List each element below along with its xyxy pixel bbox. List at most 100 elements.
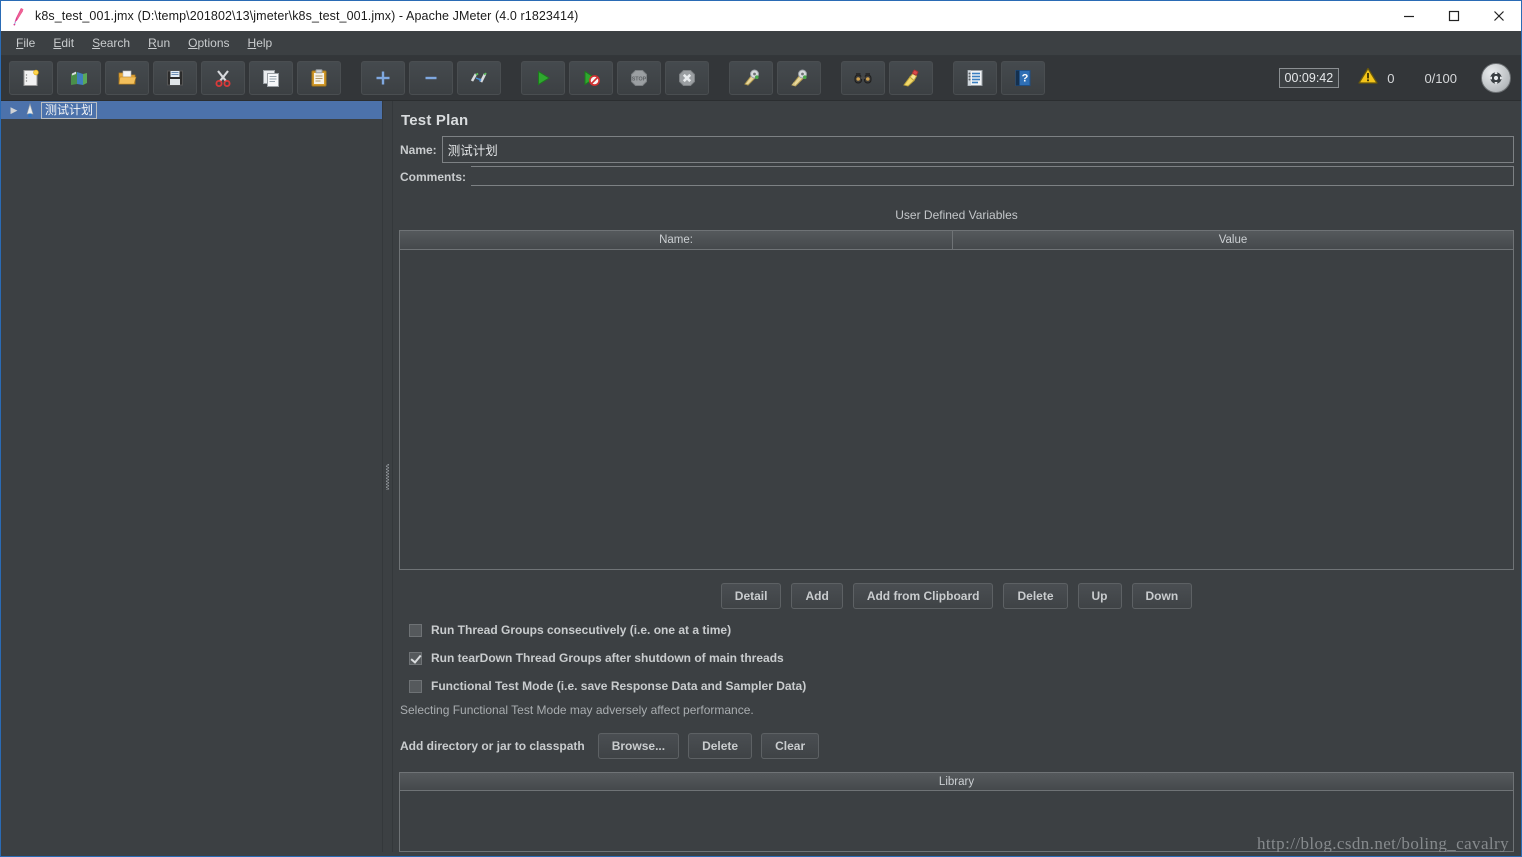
warning-indicator[interactable]: 0 (1357, 66, 1394, 91)
toggle-button[interactable] (457, 61, 501, 95)
menu-run[interactable]: Run (139, 33, 179, 53)
down-button[interactable]: Down (1131, 583, 1193, 609)
menu-run-mnemonic: R (148, 36, 157, 50)
menu-search[interactable]: Search (83, 33, 139, 53)
window-controls (1386, 1, 1521, 31)
menu-search-label: earch (100, 36, 131, 50)
run-thread-groups-consecutively-label: Run Thread Groups consecutively (i.e. on… (431, 623, 732, 637)
classpath-delete-button[interactable]: Delete (688, 733, 753, 759)
watermark-text: http://blog.csdn.net/boling_cavalry (1257, 834, 1509, 852)
help-button[interactable]: ? (1001, 61, 1045, 95)
splitter-grip-icon (386, 463, 389, 490)
pane-splitter[interactable] (382, 101, 393, 852)
start-no-pauses-button[interactable] (569, 61, 613, 95)
templates-button[interactable] (57, 61, 101, 95)
stop-button[interactable]: STOP (617, 61, 661, 95)
table-action-buttons: Detail Add Add from Clipboard Delete Up … (399, 583, 1514, 609)
test-plan-icon (21, 102, 39, 118)
test-plan-tree: ▶ 测试计划 (1, 101, 382, 852)
close-icon[interactable] (1476, 1, 1521, 31)
table-body[interactable] (400, 250, 1513, 569)
warning-count: 0 (1387, 70, 1395, 86)
name-field-row: Name: 测试计划 (399, 136, 1514, 163)
start-button[interactable] (521, 61, 565, 95)
menu-help-label: elp (256, 36, 273, 50)
run-thread-groups-consecutively-checkbox[interactable] (409, 623, 422, 637)
run-thread-groups-consecutively-row[interactable]: Run Thread Groups consecutively (i.e. on… (409, 623, 1514, 637)
elapsed-timer: 00:09:42 (1278, 68, 1340, 88)
paste-button[interactable] (297, 61, 341, 95)
maximize-icon[interactable] (1431, 1, 1476, 31)
menu-edit[interactable]: Edit (44, 33, 83, 53)
collapse-all-button[interactable] (409, 61, 453, 95)
save-button[interactable] (153, 61, 197, 95)
window-title: k8s_test_001.jmx (D:\temp\201802\13\jmet… (35, 9, 579, 23)
user-defined-variables-title: User Defined Variables (895, 208, 1018, 222)
name-label: Name: (400, 142, 437, 157)
jmeter-window: k8s_test_001.jmx (D:\temp\201802\13\jmet… (0, 0, 1522, 857)
tree-node-test-plan[interactable]: ▶ 测试计划 (1, 101, 382, 119)
library-table-body[interactable]: http://blog.csdn.net/boling_cavalry (400, 791, 1513, 852)
column-header-library[interactable]: Library (400, 773, 1513, 791)
comments-label: Comments: (400, 170, 467, 184)
menu-options[interactable]: Options (179, 33, 238, 53)
comments-field-row: Comments: (399, 166, 1514, 188)
name-input[interactable]: 测试计划 (441, 136, 1514, 163)
menu-options-label: ptions (197, 36, 230, 50)
functional-test-mode-row[interactable]: Functional Test Mode (i.e. save Response… (409, 679, 1514, 693)
copy-button[interactable] (249, 61, 293, 95)
svg-text:STOP: STOP (632, 76, 647, 82)
functional-test-mode-hint: Selecting Functional Test Mode may adver… (400, 703, 754, 717)
expand-arrow-icon[interactable]: ▶ (7, 105, 21, 115)
jmeter-feather-icon (7, 5, 33, 27)
menu-help-mnemonic: H (247, 36, 257, 50)
run-teardown-thread-groups-label: Run tearDown Thread Groups after shutdow… (431, 651, 784, 665)
column-header-name[interactable]: Name: (400, 231, 953, 249)
expand-all-button[interactable] (361, 61, 405, 95)
comments-input[interactable] (471, 166, 1514, 186)
svg-text:?: ? (1022, 73, 1029, 85)
menu-run-label: un (156, 36, 171, 50)
search-button[interactable] (841, 61, 885, 95)
user-defined-variables-table: Name: Value (399, 230, 1514, 570)
up-button[interactable]: Up (1077, 583, 1122, 609)
run-teardown-thread-groups-row[interactable]: Run tearDown Thread Groups after shutdow… (409, 651, 1514, 665)
table-header: Name: Value (400, 231, 1513, 250)
run-teardown-thread-groups-checkbox[interactable] (409, 651, 422, 665)
add-button[interactable]: Add (791, 583, 843, 609)
title-bar: k8s_test_001.jmx (D:\temp\201802\13\jmet… (1, 1, 1521, 31)
menu-help[interactable]: Help (239, 33, 282, 53)
classpath-label: Add directory or jar to classpath (400, 739, 585, 753)
menu-bar: File Edit Search Run Options Help (1, 31, 1521, 56)
reset-search-button[interactable] (889, 61, 933, 95)
column-header-value[interactable]: Value (953, 231, 1513, 249)
clear-all-button[interactable] (777, 61, 821, 95)
menu-search-mnemonic: S (92, 36, 101, 50)
delete-button[interactable]: Delete (1003, 583, 1068, 609)
cut-button[interactable] (201, 61, 245, 95)
detail-button[interactable]: Detail (720, 583, 782, 609)
remote-engines-icon[interactable] (1481, 63, 1511, 93)
shutdown-button[interactable] (665, 61, 709, 95)
function-helper-button[interactable] (953, 61, 997, 95)
open-button[interactable] (105, 61, 149, 95)
menu-file[interactable]: File (7, 33, 44, 53)
minimize-icon[interactable] (1386, 1, 1431, 31)
test-plan-panel: Test Plan Name: 测试计划 Comments: User Defi… (393, 101, 1521, 852)
warning-triangle-icon (1357, 66, 1379, 91)
functional-test-mode-checkbox[interactable] (409, 679, 422, 693)
toolbar-status: 00:09:42 0 0/100 (1278, 56, 1511, 100)
add-from-clipboard-button[interactable]: Add from Clipboard (852, 583, 994, 609)
toolbar: STOP ? 00:09:42 0 0/100 (1, 56, 1521, 101)
page-title: Test Plan (401, 112, 469, 129)
functional-test-mode-label: Functional Test Mode (i.e. save Response… (431, 679, 807, 693)
classpath-row: Add directory or jar to classpath Browse… (400, 733, 1514, 759)
tree-node-label: 测试计划 (41, 101, 98, 119)
menu-file-label: ile (23, 36, 36, 50)
classpath-clear-button[interactable]: Clear (761, 733, 820, 759)
menu-edit-label: dit (61, 36, 75, 50)
new-button[interactable] (9, 61, 53, 95)
browse-button[interactable]: Browse... (597, 733, 680, 759)
status-bar (1, 852, 1521, 856)
clear-button[interactable] (729, 61, 773, 95)
